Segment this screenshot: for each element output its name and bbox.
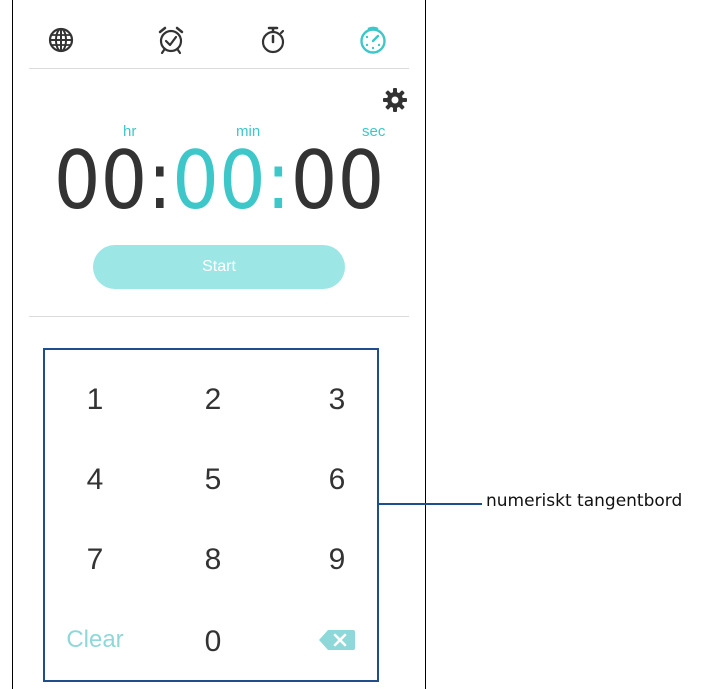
tab-world-clock[interactable]: [39, 18, 83, 62]
key-7[interactable]: 7: [45, 530, 145, 590]
key-2[interactable]: 2: [163, 370, 263, 430]
seconds-value[interactable]: 00: [291, 134, 385, 227]
key-1[interactable]: 1: [45, 370, 145, 430]
key-0[interactable]: 0: [163, 612, 263, 672]
key-4[interactable]: 4: [45, 450, 145, 510]
timer-display: 00:00:00: [29, 133, 408, 229]
time-separator: :: [265, 134, 291, 227]
backspace-icon: [319, 630, 355, 650]
keypad-callout-label: numeriskt tangentbord: [486, 491, 683, 511]
globe-icon: [48, 27, 74, 53]
start-button[interactable]: Start: [93, 245, 345, 289]
backspace-button[interactable]: [287, 610, 387, 670]
numeric-keypad: 1 2 3 4 5 6 7 8 9 Clear 0: [43, 348, 379, 682]
callout-line: [378, 503, 482, 505]
timer-icon: [360, 26, 386, 54]
clear-button[interactable]: Clear: [45, 610, 145, 670]
tab-divider: [29, 68, 409, 69]
key-8[interactable]: 8: [163, 530, 263, 590]
time-separator: :: [147, 134, 173, 227]
key-6[interactable]: 6: [287, 450, 387, 510]
gear-icon[interactable]: [381, 86, 409, 114]
stopwatch-icon: [261, 26, 285, 54]
tab-timer[interactable]: [351, 18, 395, 62]
timer-screen: hr min sec 00:00:00 Start 1 2 3 4 5 6 7 …: [12, 0, 426, 689]
alarm-clock-icon: [158, 26, 184, 55]
key-9[interactable]: 9: [287, 530, 387, 590]
tab-alarm[interactable]: [149, 18, 193, 62]
key-5[interactable]: 5: [163, 450, 263, 510]
tab-bar: [13, 0, 425, 68]
key-3[interactable]: 3: [287, 370, 387, 430]
tab-stopwatch[interactable]: [251, 18, 295, 62]
keypad-divider: [29, 316, 409, 317]
minutes-value[interactable]: 00: [172, 134, 266, 227]
hours-value[interactable]: 00: [54, 134, 148, 227]
